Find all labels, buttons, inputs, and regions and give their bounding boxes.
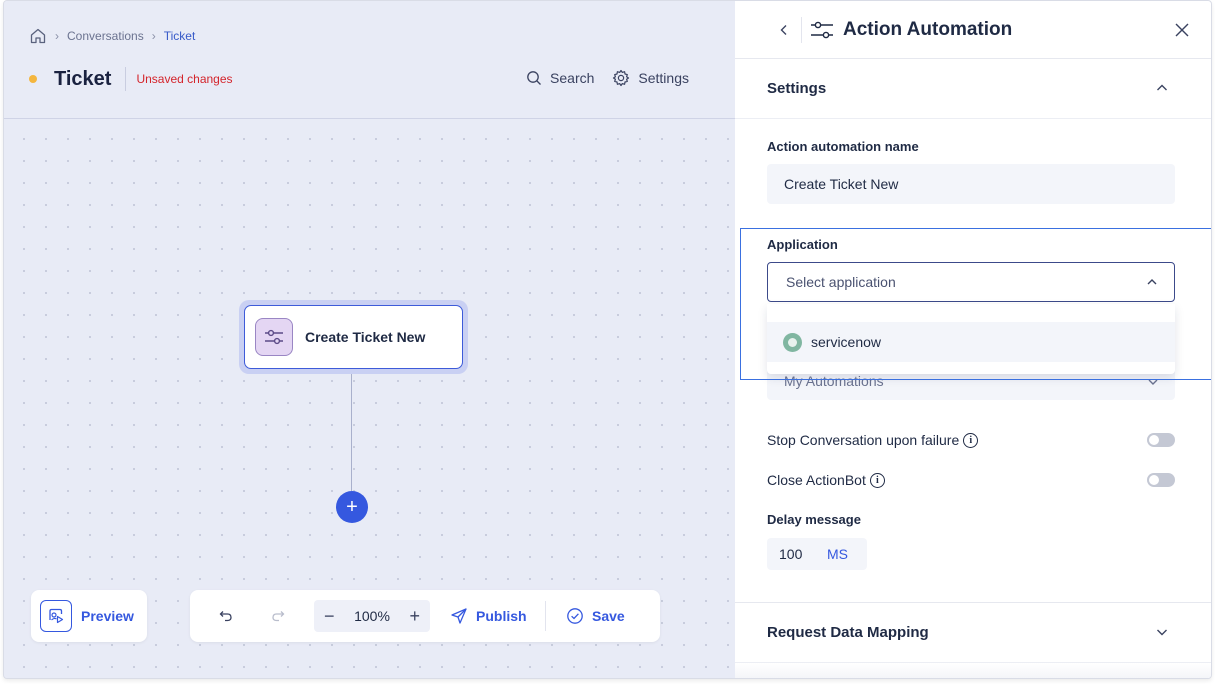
chevron-down-icon [1157, 629, 1167, 636]
close-icon [1175, 23, 1189, 37]
preview-button[interactable]: Preview [31, 590, 147, 642]
header-divider [801, 17, 802, 43]
check-circle-icon [567, 608, 583, 624]
stop-conversation-label: Stop Conversation upon failure [767, 432, 960, 448]
chevron-left-icon [780, 25, 787, 35]
option-label: servicenow [811, 334, 882, 350]
flow-node-card[interactable]: Create Ticket New [244, 305, 463, 369]
close-button[interactable] [1173, 21, 1191, 39]
search-label: Search [550, 70, 595, 86]
zoom-control: − 100% + [314, 600, 430, 632]
zoom-in-button[interactable]: + [409, 606, 420, 627]
settings-label: Settings [638, 70, 689, 86]
info-icon[interactable]: i [963, 432, 979, 448]
settings-section-header[interactable]: Settings [735, 59, 1211, 119]
request-data-mapping-header[interactable]: Request Data Mapping [735, 602, 1211, 662]
send-icon [451, 608, 467, 624]
automation-name-label: Action automation name [767, 139, 919, 154]
chevron-up-icon [1147, 279, 1157, 285]
chevron-down-icon [1148, 379, 1158, 385]
unsaved-status: Unsaved changes [136, 72, 233, 86]
delay-unit: MS [827, 546, 848, 562]
application-dropdown: servicenow [767, 304, 1175, 374]
zoom-level: 100% [354, 608, 390, 624]
redo-button[interactable] [264, 602, 292, 630]
title-row: Ticket Unsaved changes [29, 67, 233, 91]
page-title: Ticket [54, 67, 112, 90]
settings-section-title: Settings [767, 80, 827, 97]
preview-icon [40, 600, 72, 632]
save-button[interactable]: Save [566, 607, 625, 625]
bottom-toolbar: − 100% + Publish Save [190, 590, 660, 642]
delay-value: 100 [779, 546, 803, 562]
servicenow-icon [783, 332, 802, 352]
panel-title: Action Automation [843, 19, 1013, 40]
chevron-right-icon: › [55, 29, 59, 43]
panel-header: Action Automation [735, 1, 1211, 59]
automation-icon [255, 318, 293, 356]
application-label: Application [767, 237, 838, 252]
zoom-out-button[interactable]: − [324, 606, 335, 627]
delay-message-input[interactable]: 100 MS [767, 538, 867, 570]
publish-button[interactable]: Publish [450, 607, 527, 625]
application-select[interactable]: Select application [767, 262, 1175, 302]
stop-conversation-row: Stop Conversation upon failure i [767, 429, 1175, 451]
breadcrumb-conversations[interactable]: Conversations [67, 29, 144, 43]
add-step-button[interactable]: + [336, 491, 368, 523]
next-section-edge [735, 662, 1211, 678]
close-actionbot-label: Close ActionBot [767, 472, 866, 488]
mapping-section-title: Request Data Mapping [767, 624, 929, 641]
search-icon [527, 71, 542, 85]
chevron-right-icon: › [151, 29, 156, 43]
breadcrumb: › Conversations › Ticket [29, 27, 195, 45]
node-label: Create Ticket New [305, 329, 426, 345]
back-button[interactable] [775, 21, 793, 39]
app-window: › Conversations › Ticket Ticket Unsaved … [3, 0, 1212, 679]
toolbar-divider [545, 601, 546, 631]
delay-message-label: Delay message [767, 512, 861, 527]
close-actionbot-toggle[interactable] [1147, 473, 1175, 487]
gear-icon [613, 69, 630, 87]
connector-line [351, 374, 352, 491]
home-icon[interactable] [29, 27, 47, 45]
flow-canvas[interactable]: › Conversations › Ticket Ticket Unsaved … [4, 1, 735, 678]
settings-button[interactable]: Settings [612, 69, 689, 87]
search-button[interactable]: Search [526, 70, 594, 86]
flow-node[interactable]: Create Ticket New [239, 300, 468, 374]
save-label: Save [592, 608, 625, 624]
publish-label: Publish [476, 608, 527, 624]
undo-icon [219, 611, 232, 622]
undo-button[interactable] [212, 602, 240, 630]
info-icon[interactable]: i [869, 472, 885, 488]
automation-name-input[interactable] [767, 164, 1175, 204]
stop-conversation-toggle[interactable] [1147, 433, 1175, 447]
top-bar: › Conversations › Ticket Ticket Unsaved … [4, 1, 735, 119]
top-actions: Search Settings [526, 69, 689, 87]
automation-select-value: My Automations [784, 373, 884, 389]
chevron-up-icon [1157, 84, 1167, 91]
automation-icon [809, 19, 835, 46]
application-select-placeholder: Select application [786, 274, 896, 290]
close-actionbot-row: Close ActionBot i [767, 469, 1175, 491]
status-dot [29, 75, 37, 83]
action-automation-panel: Action Automation Settings Action automa… [735, 1, 1211, 678]
breadcrumb-ticket[interactable]: Ticket [164, 29, 196, 43]
divider [125, 67, 127, 91]
redo-icon [272, 611, 285, 622]
dropdown-option-servicenow[interactable]: servicenow [767, 322, 1175, 362]
preview-label: Preview [81, 608, 134, 624]
